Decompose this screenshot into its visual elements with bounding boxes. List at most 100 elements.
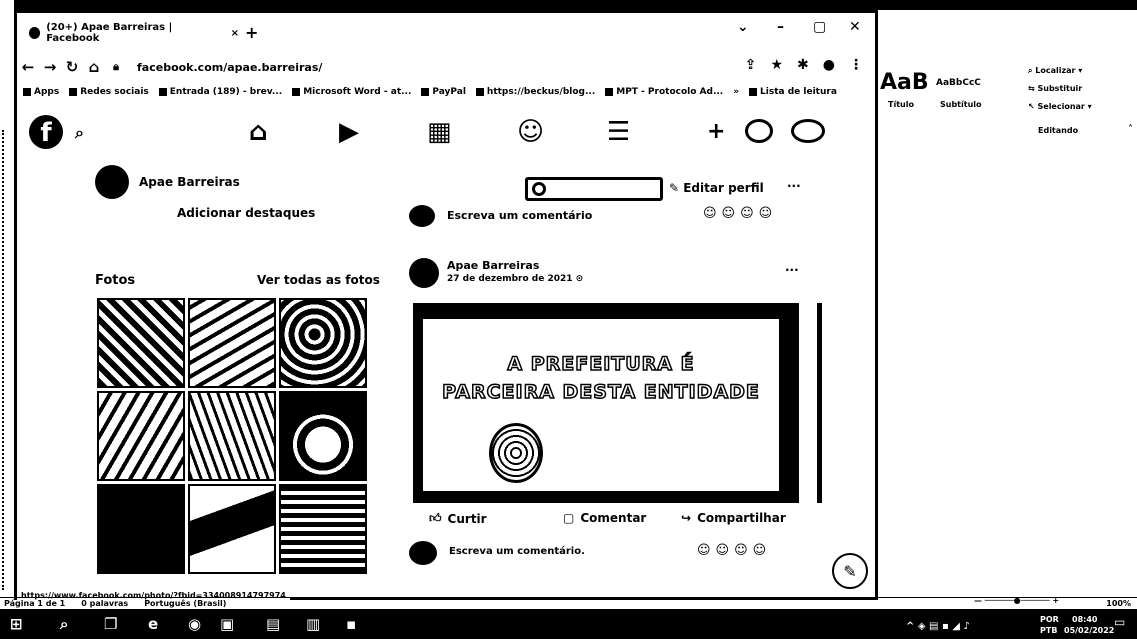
taskbar-search-icon[interactable]: ⌕ bbox=[60, 615, 68, 633]
input-language[interactable]: POR bbox=[1040, 615, 1059, 624]
bookmark-star-icon[interactable]: ★ bbox=[770, 57, 783, 73]
bookmark-word[interactable]: Microsoft Word - at... bbox=[292, 87, 411, 97]
bookmark-overflow[interactable]: » bbox=[733, 87, 739, 97]
clock-time[interactable]: 08:40 bbox=[1072, 615, 1097, 624]
thumbs-up-icon: 👍︎ bbox=[429, 511, 442, 525]
photo-thumbnail[interactable] bbox=[188, 391, 276, 481]
reading-list-icon bbox=[749, 88, 758, 96]
word-count[interactable]: 0 palavras bbox=[81, 599, 128, 608]
language-status[interactable]: Português (Brasil) bbox=[144, 599, 226, 608]
minimize-button[interactable]: – bbox=[777, 19, 784, 35]
feed-scrollbar[interactable] bbox=[817, 303, 822, 503]
home-icon[interactable]: ⌂ bbox=[83, 58, 105, 76]
photo-thumbnail[interactable] bbox=[279, 298, 367, 388]
mail-icon bbox=[158, 88, 167, 96]
photo-thumbnail[interactable] bbox=[188, 484, 276, 574]
windows-start-icon[interactable]: ⊞ bbox=[10, 615, 23, 633]
back-icon[interactable]: ← bbox=[17, 58, 39, 76]
photo-thumbnail[interactable] bbox=[279, 391, 367, 481]
photo-thumbnail[interactable] bbox=[97, 298, 185, 388]
page-name[interactable]: Apae Barreiras bbox=[139, 175, 240, 189]
vertical-ruler bbox=[2, 130, 12, 590]
groups-nav-icon[interactable]: ☺ bbox=[517, 117, 544, 147]
post-author-avatar[interactable] bbox=[409, 258, 439, 288]
word-taskbar-icon[interactable]: ▣ bbox=[220, 615, 234, 633]
share-icon[interactable]: ⇪ bbox=[745, 57, 757, 73]
post-author-name[interactable]: Apae Barreiras bbox=[447, 259, 539, 272]
file-explorer-icon[interactable]: ▤ bbox=[266, 615, 280, 633]
bookmark-entrada[interactable]: Entrada (189) - brev... bbox=[158, 87, 282, 97]
marketplace-nav-icon[interactable]: ▦ bbox=[427, 117, 452, 147]
post-image[interactable]: A PREFEITURA É PARCEIRA DESTA ENTIDADE bbox=[413, 303, 799, 503]
store-icon[interactable]: ▥ bbox=[306, 615, 320, 633]
style-title-preview[interactable]: AaB bbox=[880, 70, 929, 95]
new-message-icon[interactable]: ✎ bbox=[832, 553, 868, 589]
messenger-icon[interactable] bbox=[745, 119, 773, 143]
bookmark-apps[interactable]: Apps bbox=[23, 87, 59, 97]
windows-taskbar: ⊞ ⌕ ❐ e ◉ ▣ ▤ ▥ ▪ ^ ◈ ▤ ▪ ◢ ♪ POR PTB 08… bbox=[0, 609, 1137, 639]
edge-icon[interactable]: e bbox=[148, 615, 158, 633]
reload-icon[interactable]: ↻ bbox=[61, 58, 83, 76]
see-all-photos-link[interactable]: Ver todas as fotos bbox=[257, 273, 380, 287]
url-field[interactable]: facebook.com/apae.barreiras/ bbox=[137, 61, 322, 74]
comment-button[interactable]: ▢ Comentar bbox=[563, 511, 646, 525]
new-tab-button[interactable]: + bbox=[245, 23, 258, 42]
like-button[interactable]: 👍︎ Curtir bbox=[429, 511, 487, 526]
cta-button[interactable] bbox=[525, 177, 663, 201]
style-subtitle-label: Subtítulo bbox=[940, 100, 982, 109]
tab-close-icon[interactable]: × bbox=[231, 28, 239, 39]
find-button[interactable]: ⌕ Localizar ▾ bbox=[1028, 66, 1082, 76]
maximize-button[interactable]: ▢ bbox=[813, 19, 826, 35]
input-language-2[interactable]: PTB bbox=[1040, 626, 1057, 635]
close-window-button[interactable]: ✕ bbox=[849, 19, 861, 35]
write-comment-input[interactable]: Escreva um comentário bbox=[447, 209, 592, 222]
share-button[interactable]: ↪ Compartilhar bbox=[681, 511, 786, 525]
search-icon[interactable]: ⌕ bbox=[75, 123, 84, 143]
watch-nav-icon[interactable]: ▶ bbox=[339, 117, 359, 147]
word-status-bar: Página 1 de 1 0 palavras Português (Bras… bbox=[0, 597, 1137, 609]
comment-tools-icons[interactable]: ☺☺☺☺ bbox=[703, 206, 777, 221]
bookmark-mpt[interactable]: MPT - Protocolo Ad... bbox=[605, 87, 723, 97]
replace-button[interactable]: ⇆ Substituir bbox=[1028, 84, 1082, 93]
style-subtitle-preview[interactable]: AaBbCcC bbox=[936, 78, 981, 88]
comment-tools-icons-2[interactable]: ☺☺☺☺ bbox=[697, 543, 771, 558]
clock-date[interactable]: 05/02/2022 bbox=[1064, 626, 1114, 635]
write-comment-input-2[interactable]: Escreva um comentário. bbox=[449, 546, 585, 557]
tab-facebook[interactable]: (20+) Apae Barreiras | Facebook × bbox=[29, 21, 239, 45]
task-view-icon[interactable]: ❐ bbox=[104, 615, 117, 633]
post-more-button[interactable]: ··· bbox=[785, 263, 799, 277]
mail-taskbar-icon[interactable]: ▪ bbox=[346, 615, 356, 633]
tab-search-icon[interactable]: ⌄ bbox=[737, 19, 749, 35]
lock-icon[interactable]: 🔒︎ bbox=[105, 60, 127, 74]
facebook-logo-icon[interactable]: f bbox=[29, 115, 63, 149]
bookmark-paypal[interactable]: PayPal bbox=[421, 87, 466, 97]
add-highlights-link[interactable]: Adicionar destaques bbox=[177, 206, 315, 220]
more-options-button[interactable]: ··· bbox=[787, 179, 801, 193]
chrome-icon[interactable]: ◉ bbox=[188, 615, 201, 633]
photo-thumbnail[interactable] bbox=[188, 298, 276, 388]
profile-icon[interactable]: ● bbox=[823, 57, 835, 73]
tray-icons[interactable]: ^ ◈ ▤ ▪ ◢ ♪ bbox=[906, 621, 970, 632]
notification-center-icon[interactable]: ▭ bbox=[1114, 615, 1125, 629]
post-date[interactable]: 27 de dezembro de 2021 ⊙ bbox=[447, 274, 583, 284]
home-nav-icon[interactable]: ⌂ bbox=[249, 117, 268, 147]
bookmark-beckus[interactable]: https://beckus/blog... bbox=[475, 87, 595, 97]
forward-icon[interactable]: → bbox=[39, 58, 61, 76]
collapse-ribbon-icon[interactable]: ˄ bbox=[1128, 124, 1133, 135]
select-button[interactable]: ↖ Selecionar ▾ bbox=[1028, 102, 1092, 111]
zoom-level[interactable]: 100% bbox=[1106, 599, 1131, 608]
page-avatar[interactable] bbox=[95, 165, 129, 199]
reading-list[interactable]: Lista de leitura bbox=[749, 87, 837, 97]
menu-nav-icon[interactable]: ☰ bbox=[607, 117, 630, 147]
word-top-bar bbox=[0, 0, 1137, 10]
page-count[interactable]: Página 1 de 1 bbox=[4, 599, 65, 608]
photo-thumbnail[interactable] bbox=[279, 484, 367, 574]
bookmark-redes[interactable]: Redes sociais bbox=[69, 87, 149, 97]
photo-thumbnail[interactable] bbox=[97, 391, 185, 481]
edit-profile-button[interactable]: ✎ Editar perfil bbox=[669, 181, 764, 195]
notifications-icon[interactable] bbox=[791, 119, 825, 143]
photo-thumbnail[interactable] bbox=[97, 484, 185, 574]
create-icon[interactable]: + bbox=[707, 119, 725, 144]
menu-kebab-icon[interactable]: ⋮ bbox=[849, 57, 863, 73]
extensions-icon[interactable]: ✱ bbox=[797, 57, 809, 73]
